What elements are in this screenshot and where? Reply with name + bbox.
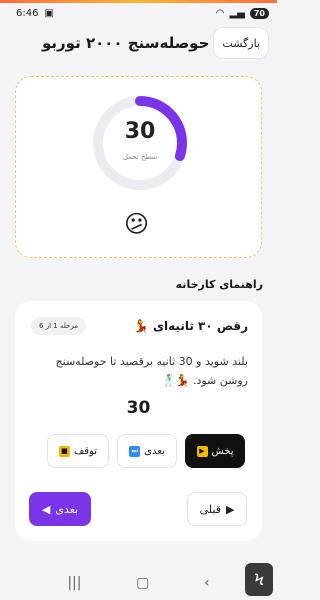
wifi-icon: ◠ [215,7,225,19]
status-time: 6:46 [16,7,39,19]
page-title: حوصله‌سنج ۲۰۰۰ توربو [42,34,210,52]
step-header: مرحله 1 از 6 رقص ۳۰ ثانیه‌ای 💃 [31,317,248,335]
pause-label: توقف [73,445,98,457]
arrow-left-icon: ◀ [41,502,51,516]
step-navigation: بعدی ◀ ▶ قبلی [29,492,247,526]
guide-card: مرحله 1 از 6 رقص ۳۰ ثانیه‌ای 💃 بلند شوید… [15,301,262,541]
step-counter: 30 [126,398,151,418]
battery-indicator: 70 [249,7,269,19]
pause-icon: ■ [58,445,70,457]
status-left: 6:46 ▣ [16,8,54,19]
boredom-gauge-card: 30 سطح تحمل 😕 [15,76,262,258]
recent-apps-icon[interactable]: ||| [67,575,81,591]
home-icon[interactable]: ▢ [136,575,149,591]
system-navigation-bar: ||| ▢ ‹ [0,566,277,600]
store-logo-icon: Ϟ [245,563,273,596]
skip-next-label: بعدی [144,445,165,457]
step-name: رقص ۳۰ ثانیه‌ای 💃 [133,319,248,333]
system-back-icon[interactable]: ‹ [204,575,210,591]
previous-step-label: قبلی [199,502,221,516]
mood-emoji: 😕 [124,210,150,238]
step-badge: مرحله 1 از 6 [31,317,86,335]
play-button[interactable]: پخش ▶ [185,434,245,468]
arrow-right-icon: ▶ [225,502,235,516]
pause-button[interactable]: توقف ■ [47,434,109,468]
next-step-label: بعدی [55,502,79,516]
skip-next-button[interactable]: بعدی ⏭ [117,434,177,468]
gauge-label: سطح تحمل [122,153,158,161]
back-button[interactable]: بازگشت [213,27,269,59]
section-title: راهنمای کارخانه [175,278,263,291]
next-step-button[interactable]: بعدی ◀ [29,492,91,526]
status-right: ◠ ▂▄ 70 [215,7,269,19]
notification-icon: ▣ [44,7,54,19]
app-header: حوصله‌سنج ۲۰۰۰ توربو بازگشت [8,26,269,60]
skip-next-icon: ⏭ [129,445,141,457]
gauge-value: 30 [124,119,156,144]
play-icon: ▶ [196,445,208,457]
step-description: بلند شوید و 30 ثانیه برقصید تا حوصله‌سنج… [55,355,248,387]
play-label: پخش [211,445,234,457]
previous-step-button[interactable]: ▶ قبلی [187,492,247,526]
signal-icon: ▂▄ [229,7,245,19]
media-controls: توقف ■ بعدی ⏭ پخش ▶ [47,434,245,468]
status-bar: 6:46 ▣ ◠ ▂▄ 70 [0,3,277,23]
